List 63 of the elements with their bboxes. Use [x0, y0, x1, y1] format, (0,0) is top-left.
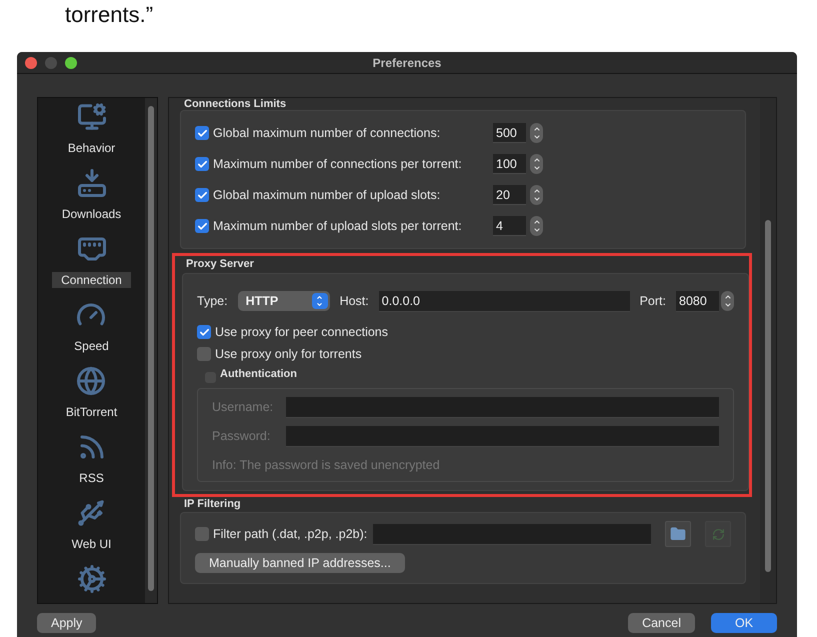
- scrollbar-thumb[interactable]: [765, 220, 771, 572]
- option-label: Use proxy for peer connections: [215, 325, 388, 339]
- article-text: torrents.”: [65, 2, 154, 28]
- spin-buttons[interactable]: [530, 123, 543, 143]
- info-text: Info: The password is saved unencrypted: [212, 458, 440, 472]
- path-field[interactable]: [373, 524, 651, 544]
- option-label: Global maximum number of upload slots:: [213, 188, 442, 202]
- checkbox[interactable]: [195, 157, 209, 171]
- sidebar-item[interactable]: Speed: [65, 338, 118, 354]
- section-title: Connections Limits: [184, 98, 286, 110]
- sidebar-item[interactable]: Behavior: [58, 140, 124, 156]
- port-label: Port:: [640, 294, 666, 308]
- host-label: Host:: [340, 294, 369, 308]
- type-label: Type:: [197, 294, 228, 308]
- input-field[interactable]: [286, 396, 719, 418]
- sidebar-item[interactable]: Connection: [52, 272, 131, 288]
- zoom-button[interactable]: [65, 56, 77, 68]
- type-dropdown[interactable]: HTTP: [238, 291, 330, 311]
- section-title: IP Filtering: [184, 498, 241, 510]
- spin-buttons[interactable]: [530, 185, 543, 205]
- spin-buttons[interactable]: [530, 154, 543, 174]
- spin-buttons[interactable]: [721, 290, 734, 310]
- dialog-button[interactable]: Apply: [37, 613, 96, 633]
- banned-ips-button[interactable]: Manually banned IP addresses...: [195, 553, 405, 573]
- port-field[interactable]: 8080: [676, 290, 719, 312]
- input-field[interactable]: [286, 426, 719, 446]
- checkbox[interactable]: [197, 347, 211, 361]
- dialog-button[interactable]: OK: [711, 613, 777, 633]
- number-field[interactable]: 20: [493, 185, 526, 205]
- section-title: Authentication: [220, 368, 297, 380]
- number-field[interactable]: 500: [493, 123, 526, 143]
- window-title: Preferences: [372, 56, 442, 70]
- sidebar-item[interactable]: BitTorrent: [56, 404, 126, 420]
- scrollbar[interactable]: [760, 98, 776, 603]
- option-label: Global maximum number of connections:: [213, 126, 442, 140]
- folder-button[interactable]: [665, 521, 691, 547]
- option-label: Maximum number of upload slots per torrent:: [213, 219, 463, 233]
- scrollbar[interactable]: [145, 98, 157, 603]
- sidebar-item[interactable]: Web UI: [62, 536, 120, 552]
- checkbox[interactable]: [197, 325, 211, 339]
- checkbox[interactable]: [195, 188, 209, 202]
- sidebar-item[interactable]: RSS: [70, 470, 113, 486]
- dialog-button[interactable]: Cancel: [628, 613, 695, 633]
- dropdown-arrows-icon: [312, 293, 328, 309]
- number-field[interactable]: 4: [493, 216, 526, 236]
- checkbox[interactable]: [195, 219, 209, 233]
- host-field[interactable]: 0.0.0.0: [378, 290, 630, 312]
- option-label: Maximum number of connections per torrent:: [213, 157, 463, 171]
- scrollbar-thumb[interactable]: [148, 106, 154, 591]
- refresh-icon: [712, 528, 724, 540]
- downloads-icon[interactable]: [76, 168, 106, 198]
- number-field[interactable]: 100: [493, 154, 526, 174]
- option-label: Filter path (.dat, .p2p, .p2b):: [213, 527, 368, 541]
- checkbox[interactable]: [195, 126, 209, 140]
- close-button[interactable]: [25, 56, 37, 68]
- option-label: Use proxy only for torrents: [215, 347, 362, 361]
- field-label: Password:: [212, 429, 272, 443]
- field-label: Username:: [212, 400, 274, 414]
- checkbox[interactable]: [195, 527, 209, 541]
- sidebar-item[interactable]: Downloads: [52, 206, 130, 222]
- folder-icon: [670, 526, 686, 542]
- section-title: Proxy Server: [186, 258, 254, 270]
- spin-buttons[interactable]: [530, 216, 543, 236]
